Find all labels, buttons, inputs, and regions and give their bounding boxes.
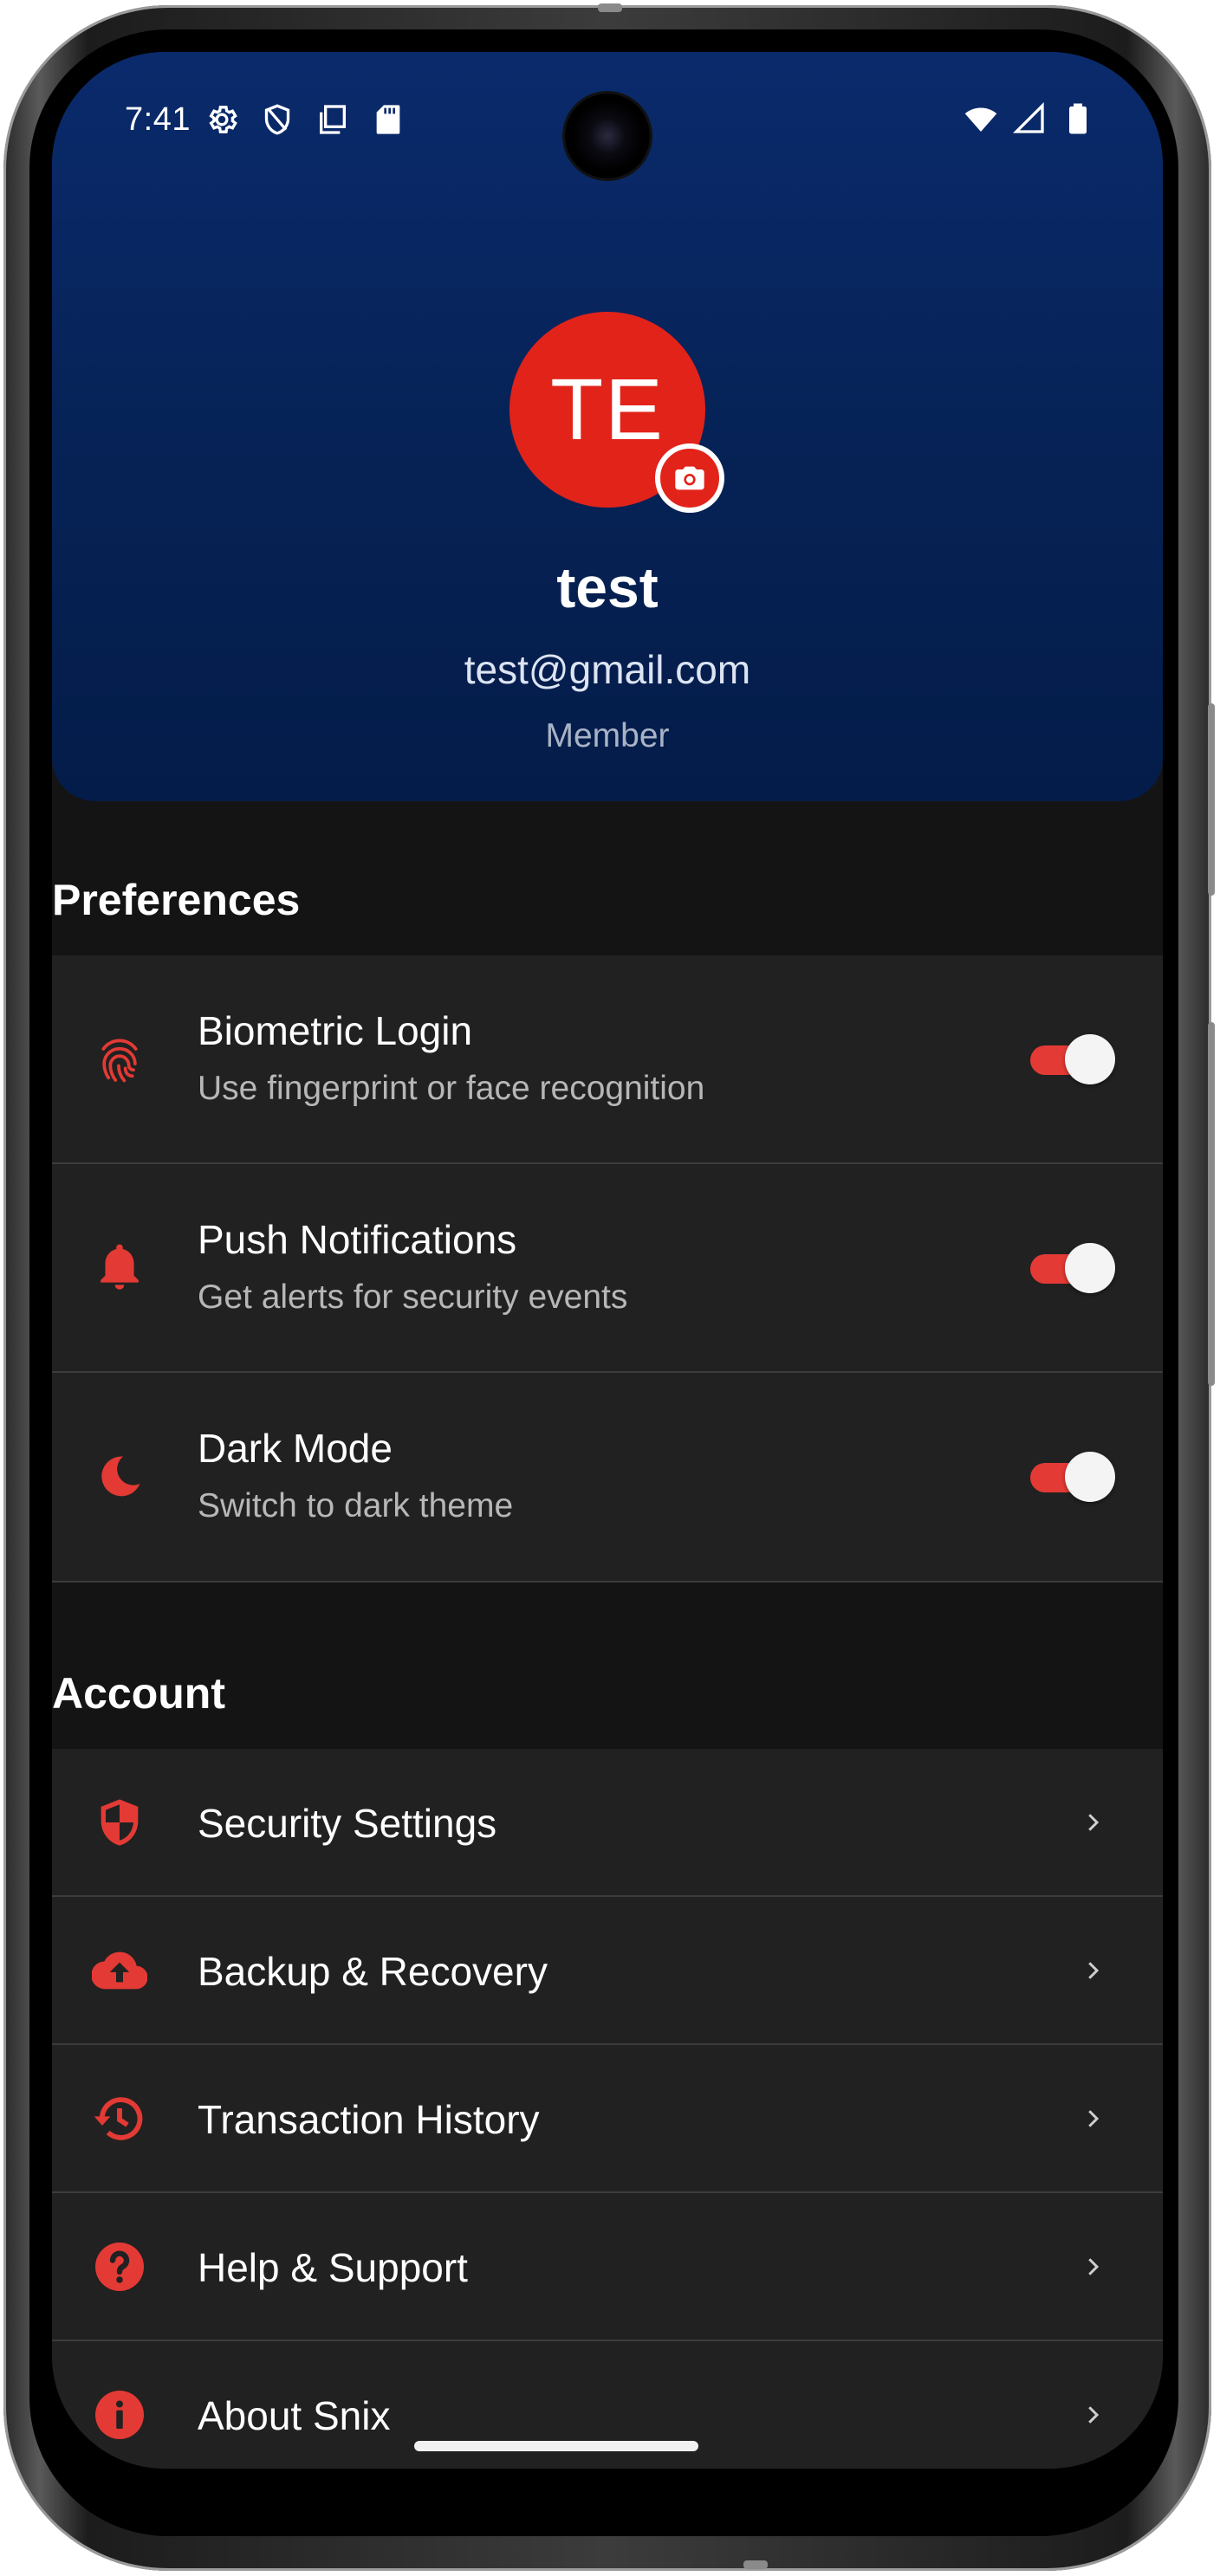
frame-notch [598,3,622,12]
cloud-upload-icon [92,1943,147,1998]
preference-title: Dark Mode [198,1426,393,1471]
battery-icon [1061,101,1095,136]
status-time: 7:41 [125,101,191,138]
push-notifications-toggle[interactable] [1027,1241,1115,1293]
wifi-icon [964,101,998,136]
settings-icon [204,102,239,137]
info-icon [92,2387,147,2443]
history-icon [92,2091,147,2146]
preference-row-notifications: Push Notifications Get alerts for securi… [52,1164,1163,1373]
account-item-help-support[interactable]: Help & Support [52,2193,1163,2341]
help-icon [92,2239,147,2294]
biometric-login-toggle[interactable] [1027,1032,1115,1084]
account-item-transaction-history[interactable]: Transaction History [52,2045,1163,2193]
preference-subtitle: Use fingerprint or face recognition [198,1070,705,1107]
moon-icon [92,1449,147,1505]
dark-mode-toggle[interactable] [1027,1450,1115,1502]
shield-icon [92,1795,147,1850]
profile-header: 7:41 TE test test@gmail.com Member [52,52,1163,801]
preference-subtitle: Get alerts for security events [198,1278,628,1316]
account-item-security-settings[interactable]: Security Settings [52,1749,1163,1897]
change-photo-button[interactable] [655,443,724,513]
profile-role: Member [545,717,670,754]
profile-email: test@gmail.com [464,647,751,692]
avatar-initials: TE [550,360,665,458]
copy-icon [315,102,350,137]
account-item-label: Help & Support [198,2245,468,2290]
toggle-thumb [1065,1034,1115,1084]
camera-icon [675,466,704,490]
preference-subtitle: Switch to dark theme [198,1487,514,1524]
frame-notch [743,2560,768,2569]
account-item-label: Security Settings [198,1801,497,1846]
preference-row-biometric: Biometric Login Use fingerprint or face … [52,955,1163,1164]
side-button [1208,703,1215,896]
preference-row-dark-mode: Dark Mode Switch to dark theme [52,1373,1163,1582]
preference-title: Biometric Login [198,1008,473,1053]
sd-card-icon [371,102,406,137]
home-indicator[interactable] [414,2441,698,2451]
account-heading: Account [52,1669,225,1718]
toggle-thumb [1065,1452,1115,1502]
bell-icon [92,1239,147,1294]
account-item-backup-recovery[interactable]: Backup & Recovery [52,1897,1163,2045]
account-item-label: Transaction History [198,2097,540,2142]
preference-title: Push Notifications [198,1217,517,1262]
profile-name: test [556,555,659,619]
chevron-right-icon [1080,2106,1106,2132]
status-left-icons [204,102,406,137]
fingerprint-icon [92,1032,147,1087]
signal-icon [1012,101,1047,136]
chevron-right-icon [1080,2254,1106,2280]
chevron-right-icon [1080,1809,1106,1835]
chevron-right-icon [1080,1958,1106,1984]
side-button [1208,1022,1215,1386]
screen: 7:41 TE test test@gmail.com Member Prefe… [52,52,1163,2469]
chevron-right-icon [1080,2402,1106,2428]
account-item-label: Backup & Recovery [198,1949,548,1994]
shield-outline-icon [260,102,295,137]
front-camera [565,94,650,178]
account-item-label: About Snix [198,2393,391,2438]
status-right-icons [964,101,1095,136]
toggle-thumb [1065,1243,1115,1293]
preferences-heading: Preferences [52,876,301,924]
